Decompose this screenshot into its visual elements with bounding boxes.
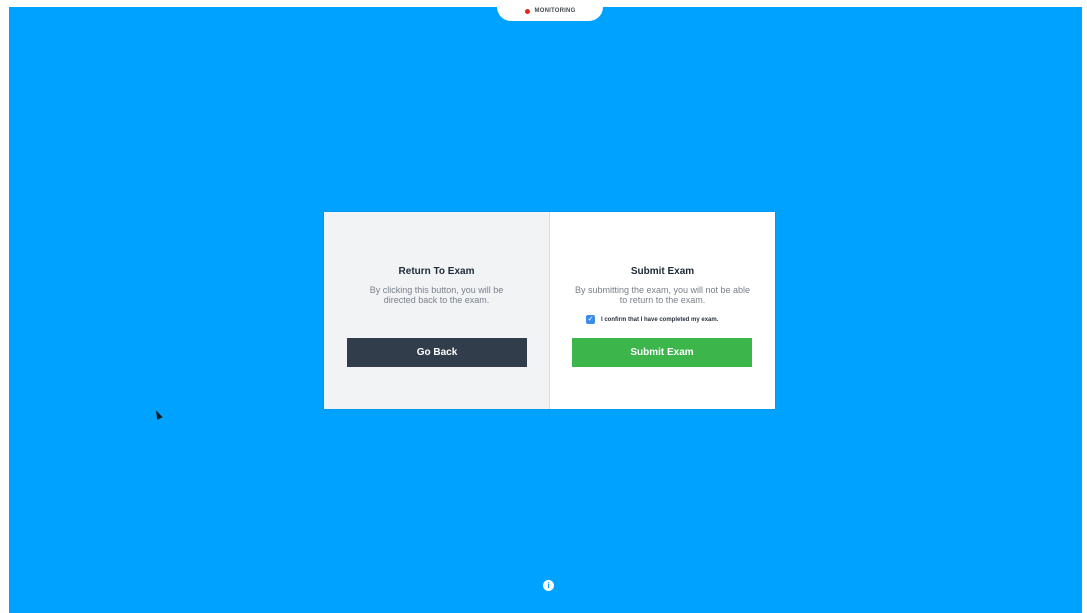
return-to-exam-panel: Return To Exam By clicking this button, …	[324, 212, 550, 409]
exam-screen: MONITORING Return To Exam By clicking th…	[9, 7, 1082, 613]
go-back-button[interactable]: Go Back	[347, 338, 527, 367]
submit-exam-button[interactable]: Submit Exam	[572, 338, 752, 367]
mouse-cursor-icon	[153, 409, 163, 420]
monitoring-indicator: MONITORING	[497, 7, 603, 21]
checkmark-icon: ✓	[587, 316, 594, 323]
return-to-exam-title: Return To Exam	[398, 266, 475, 277]
submit-exam-panel: Submit Exam By submitting the exam, you …	[550, 212, 775, 409]
confirm-checkbox[interactable]: ✓	[586, 315, 595, 324]
confirm-completion-label[interactable]: I confirm that I have completed my exam.	[601, 317, 718, 323]
submit-exam-title: Submit Exam	[630, 266, 695, 277]
submit-exam-description: By submitting the exam, you will not be …	[574, 285, 751, 305]
recording-dot-icon	[524, 8, 530, 14]
monitoring-label: MONITORING	[534, 8, 576, 14]
confirm-completion-row[interactable]: ✓ I confirm that I have completed my exa…	[586, 315, 718, 324]
return-to-exam-description: By clicking this button, you will be dir…	[369, 285, 504, 305]
info-icon[interactable]: i	[543, 580, 554, 591]
submit-dialog: Return To Exam By clicking this button, …	[324, 212, 775, 409]
